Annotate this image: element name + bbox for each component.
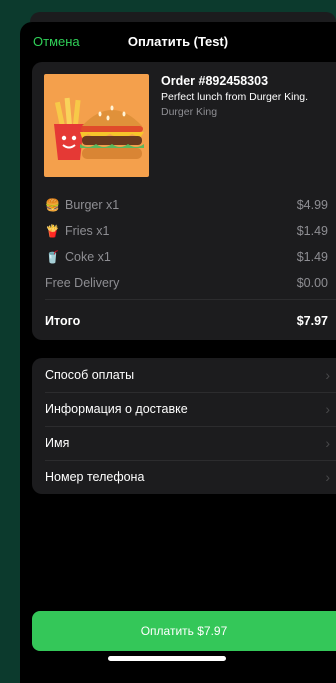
delivery-price: $0.00: [296, 276, 328, 290]
total-price: $7.97: [296, 314, 328, 328]
cola-icon: 🥤: [45, 250, 60, 264]
stacked-sheet-edge: [30, 12, 336, 22]
page-title: Оплатить (Test): [127, 34, 229, 49]
line-item-price: $1.49: [296, 224, 328, 238]
divider: [45, 299, 336, 300]
payment-sheet: Отмена Оплатить (Test) Order #892458303 …: [20, 22, 336, 683]
burger-icon: 🍔: [45, 198, 60, 212]
pay-button[interactable]: Оплатить $7.97: [32, 611, 336, 651]
burger-fries-icon: [44, 74, 149, 177]
total-line: Итого $7.97: [45, 314, 328, 328]
order-title: Order #892458303: [161, 74, 269, 88]
shipping-info-row[interactable]: Информация о доставке ›: [45, 392, 336, 426]
chevron-right-icon: ›: [325, 401, 330, 417]
merchant-name: Durger King: [161, 106, 218, 118]
order-description: Perfect lunch from Durger King.: [161, 91, 309, 103]
nav-bar: Отмена Оплатить (Test): [20, 22, 336, 62]
line-item-label: Fries x1: [65, 224, 110, 238]
home-indicator[interactable]: [108, 656, 226, 661]
delivery-line: Free Delivery $0.00: [45, 276, 328, 290]
line-item: 🍟 Fries x1 $1.49: [45, 224, 328, 238]
total-label: Итого: [45, 314, 81, 328]
checkout-options-card: Способ оплаты › Информация о доставке › …: [32, 358, 336, 494]
chevron-right-icon: ›: [325, 435, 330, 451]
line-item-price: $4.99: [296, 198, 328, 212]
name-row[interactable]: Имя ›: [45, 426, 336, 460]
line-item-label: Burger x1: [65, 198, 120, 212]
line-item: 🥤 Coke x1 $1.49: [45, 250, 328, 264]
chevron-right-icon: ›: [325, 367, 330, 383]
order-summary-card: Order #892458303 Perfect lunch from Durg…: [32, 62, 336, 340]
delivery-label: Free Delivery: [45, 276, 120, 290]
chevron-right-icon: ›: [325, 469, 330, 485]
phone-label: Номер телефона: [45, 470, 145, 484]
line-item-price: $1.49: [296, 250, 328, 264]
line-item: 🍔 Burger x1 $4.99: [45, 198, 328, 212]
shipping-info-label: Информация о доставке: [45, 402, 188, 416]
line-item-label: Coke x1: [65, 250, 111, 264]
name-label: Имя: [45, 436, 70, 450]
order-info: Order #892458303 Perfect lunch from Durg…: [161, 74, 328, 118]
fries-icon: 🍟: [45, 224, 60, 238]
phone-row[interactable]: Номер телефона ›: [45, 460, 336, 494]
payment-method-row[interactable]: Способ оплаты ›: [45, 358, 336, 392]
payment-method-label: Способ оплаты: [45, 368, 135, 382]
